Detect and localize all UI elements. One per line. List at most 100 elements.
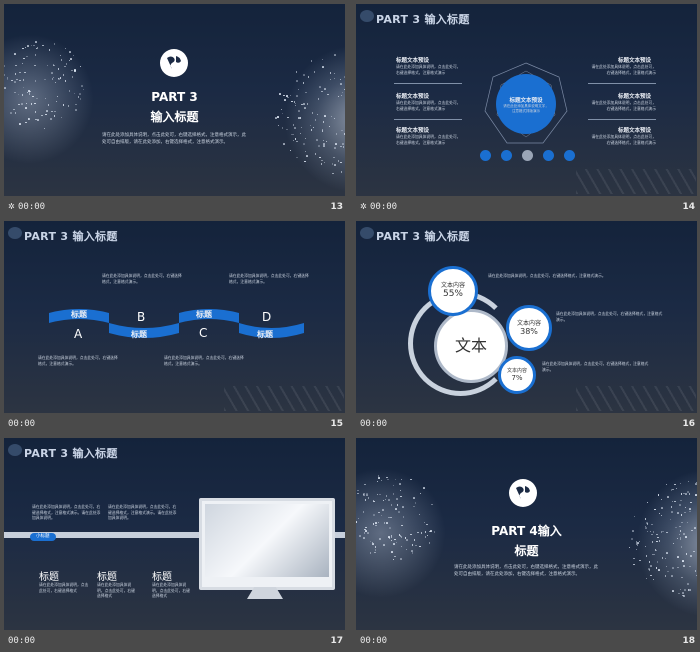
text-block: 请在此处添加具体说明，点击此处可，右键选择格式，注意格式演示。	[488, 273, 608, 279]
globe-dot	[343, 146, 345, 148]
column-text: 请在此处添加具体说明，点击此处可，右键选择格式	[39, 582, 89, 593]
clock-icon[interactable]	[564, 150, 575, 161]
slide-header: PART 3 输入标题	[376, 228, 470, 244]
globe-dot	[367, 532, 369, 534]
globe-dot	[275, 117, 277, 119]
globe-dot	[368, 497, 370, 499]
letter-d: D	[262, 310, 271, 324]
slide-thumb-14[interactable]: PART 3 输入标题 标题文本预设 请在此处添加具体说明文字，注意格式排版演示…	[356, 4, 697, 218]
globe-dot	[653, 579, 655, 581]
settings-icon[interactable]	[522, 150, 533, 161]
globe-icon	[8, 444, 22, 456]
globe-dot	[419, 546, 421, 548]
globe-dot	[37, 119, 39, 121]
slide-header: PART 3 输入标题	[376, 11, 470, 27]
text-block: 请在此处添加具体说明，点击此处可，右键选择格式，注意格式演示。	[102, 273, 184, 284]
globe-dot	[340, 83, 342, 85]
text-block: 请在此处添加具体说明，点击此处可，右键选择格式，注意格式演示。请在此处添加具体说…	[32, 504, 104, 521]
globe-dot	[292, 134, 294, 136]
globe-dot	[629, 547, 631, 549]
globe-dot	[406, 539, 408, 541]
globe-dot	[4, 65, 5, 67]
slide-time: 00:00	[8, 419, 35, 429]
bubble-label: 文本内容	[501, 367, 533, 374]
globe-dot	[296, 71, 298, 73]
left-item-text: 请在此处添加具体说明，点击此处可，右键选择格式，注意格式演示	[396, 64, 464, 75]
globe-dot	[44, 79, 46, 81]
globe-dot	[657, 537, 659, 539]
globe-dot	[35, 54, 37, 56]
globe-dot	[34, 65, 36, 67]
globe-dot	[425, 531, 427, 533]
play-icon[interactable]: ✲	[360, 202, 367, 211]
globe-dot	[677, 556, 679, 558]
text-block: 请在此处添加具体说明，点击此处可，右键选择格式，注意格式演示。	[229, 273, 311, 284]
bubble-55: 文本内容 55%	[428, 266, 478, 316]
globe-dot	[375, 549, 377, 551]
globe-dot	[19, 123, 21, 125]
slide-thumb-17[interactable]: PART 3 输入标题 请在此处添加具体说明，点击此处可，右键选择格式，注意格式…	[4, 438, 345, 652]
globe-dot	[278, 125, 280, 127]
globe-dot	[279, 93, 281, 95]
globe-dot	[316, 139, 318, 141]
globe-dot	[323, 143, 325, 145]
slide-number: 17	[330, 636, 343, 646]
globe-dot	[359, 535, 361, 537]
slide-meta: ✲ 00:00 13	[4, 196, 345, 218]
globe-dot	[10, 112, 12, 114]
globe-dot	[303, 103, 305, 105]
globe-dot	[695, 494, 697, 496]
text-block: 请在此处添加具体说明，点击此处可，右键选择格式，注意格式演示。	[164, 355, 246, 366]
right-item-title: 标题文本预设	[618, 56, 651, 64]
globe-dot	[661, 507, 663, 509]
wifi-icon[interactable]	[480, 150, 491, 161]
slide-time: 00:00	[18, 202, 45, 212]
globe-dot	[690, 555, 692, 557]
globe-dot	[645, 518, 647, 520]
right-item-title: 标题文本预设	[618, 126, 651, 134]
center-text: 请在此处添加具体说明文字，注意格式排版演示	[502, 104, 550, 114]
slide-thumb-15[interactable]: PART 3 输入标题 标题 标题 标题 标题 A B C D 请在此处添加具体…	[4, 221, 345, 435]
slide-thumb-13[interactable]: PART 3 输入标题 请在此处添加具体说明，点击此处可，右键选择格式，注意格式…	[4, 4, 345, 218]
play-icon[interactable]: ✲	[8, 202, 15, 211]
letter-c: C	[199, 326, 207, 340]
globe-dot	[14, 53, 16, 55]
slide-thumb-18[interactable]: PART 4输入 标题 请在此处添加具体说明，点击此处可，右键选择格式，注意格式…	[356, 438, 697, 652]
left-item-title: 标题文本预设	[396, 56, 429, 64]
slide-thumb-16[interactable]: PART 3 输入标题 文本 文本内容 55% 文本内容 38% 文本内容 7%…	[356, 221, 697, 435]
globe-dot	[305, 138, 307, 140]
globe-dot	[639, 560, 641, 562]
column-text: 请在此处添加具体说明，点击此处可，右键选择格式	[152, 582, 192, 599]
letter-b: B	[137, 310, 145, 324]
globe-dot	[23, 87, 25, 89]
globe-dot	[388, 499, 390, 501]
slide-meta: 00:00 16	[356, 413, 697, 435]
check-icon[interactable]	[501, 150, 512, 161]
globe-dot	[649, 561, 651, 563]
globe-dot	[33, 45, 35, 47]
slide-16-canvas: PART 3 输入标题 文本 文本内容 55% 文本内容 38% 文本内容 7%…	[356, 221, 697, 413]
globe-dot	[684, 589, 686, 591]
globe-dot	[7, 77, 9, 79]
globe-dot	[22, 48, 24, 50]
globe-dot	[296, 95, 298, 97]
globe-dot	[318, 145, 320, 147]
globe-dot	[282, 127, 284, 129]
slide-meta: 00:00 15	[4, 413, 345, 435]
globe-dot	[304, 107, 306, 109]
globe-dot	[50, 118, 52, 120]
left-item-title: 标题文本预设	[396, 92, 429, 100]
globe-dot	[324, 115, 326, 117]
globe-dot	[393, 543, 395, 545]
globe-dot	[19, 72, 21, 74]
globe-dot	[682, 595, 684, 597]
globe-dot	[324, 88, 326, 90]
globe-dot	[429, 531, 431, 533]
text-block: 请在此处添加具体说明，点击此处可，右键选择格式，注意格式演示。	[556, 311, 666, 322]
slide-meta: ✲ 00:00 14	[356, 196, 697, 218]
hexagon-decoration	[576, 169, 696, 194]
globe-dot	[696, 575, 697, 577]
gift-icon[interactable]	[543, 150, 554, 161]
globe-dot	[683, 565, 685, 567]
column-title: 标题	[39, 568, 59, 583]
